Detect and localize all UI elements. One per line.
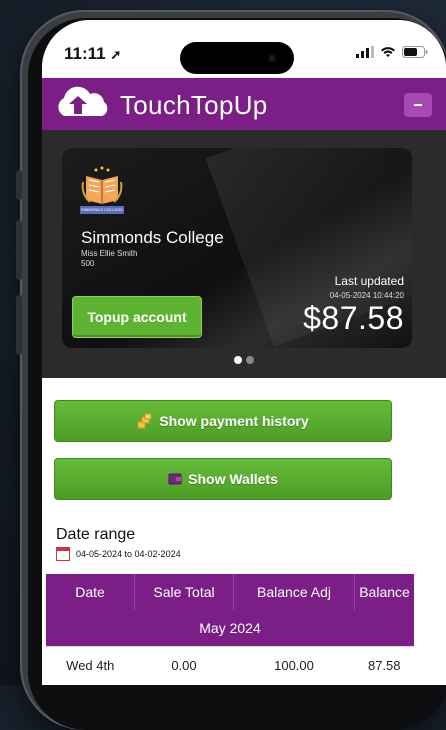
- menu-icon: [414, 104, 422, 106]
- menu-button[interactable]: [404, 93, 432, 117]
- column-header-date: Date: [46, 574, 135, 610]
- table-row[interactable]: Wed 4th 0.00 100.00 87.58: [46, 646, 414, 683]
- cloud-logo-icon: [58, 86, 108, 116]
- show-wallets-label: Show Wallets: [188, 471, 278, 487]
- row-balance: 87.58: [354, 646, 414, 683]
- show-payment-history-button[interactable]: Show payment history: [54, 400, 392, 442]
- show-wallets-button[interactable]: Show Wallets: [54, 458, 392, 500]
- month-group-row: May 2024: [46, 610, 414, 647]
- table-header-row: Date Sale Total Balance Adj Balance: [46, 574, 414, 610]
- school-name: Simmonds College: [81, 228, 224, 247]
- carousel-dot-2[interactable]: [246, 356, 254, 364]
- app-screen: 11:11 ➚ TouchTopUp SIMMONDS COLLEGE Simm…: [42, 20, 446, 685]
- account-balance: $87.58: [303, 300, 404, 336]
- status-icons: [356, 46, 428, 58]
- last-updated-label: Last updated: [334, 274, 404, 288]
- card-carousel[interactable]: SIMMONDS COLLEGE Simmonds College Miss E…: [42, 130, 446, 378]
- phone-volume-up-button: [16, 220, 22, 280]
- topup-account-button[interactable]: Topup account: [72, 296, 202, 338]
- phone-action-button: [16, 170, 22, 200]
- column-header-sale-total: Sale Total: [134, 574, 234, 610]
- battery-icon: [402, 46, 428, 58]
- dynamic-island: [180, 42, 294, 74]
- show-payment-history-label: Show payment history: [159, 413, 309, 429]
- status-time: 11:11 ➚: [64, 44, 122, 63]
- school-crest-icon: [81, 166, 123, 204]
- main-content: Show payment history Show Wallets Date r…: [42, 378, 446, 685]
- student-code: 500: [81, 259, 95, 268]
- location-arrow-icon: ➚: [110, 47, 122, 62]
- column-header-balance-adj: Balance Adj: [233, 574, 355, 610]
- calendar-icon: [56, 547, 70, 561]
- row-sale-total: 0.00: [134, 646, 234, 683]
- row-date: Wed 4th: [46, 646, 135, 683]
- status-bar: 11:11 ➚: [42, 20, 446, 78]
- date-range-title: Date range: [56, 526, 136, 543]
- school-crest-ribbon: SIMMONDS COLLEGE: [80, 206, 124, 214]
- wallet-icon: [168, 473, 182, 485]
- coins-icon: [137, 413, 152, 429]
- app-title: TouchTopUp: [120, 90, 268, 120]
- account-card: SIMMONDS COLLEGE Simmonds College Miss E…: [62, 148, 412, 348]
- student-name: Miss Ellie Smith: [81, 249, 138, 258]
- phone-volume-down-button: [16, 295, 22, 355]
- column-header-balance: Balance: [354, 574, 414, 610]
- date-range-picker[interactable]: 04-05-2024 to 04-02-2024: [56, 547, 181, 561]
- last-updated-time: 04-05-2024 10:44:20: [329, 291, 404, 300]
- transactions-table: Date Sale Total Balance Adj Balance May …: [46, 574, 414, 683]
- wifi-icon: [381, 47, 395, 57]
- date-range-value: 04-05-2024 to 04-02-2024: [76, 549, 181, 559]
- front-camera-icon: [268, 54, 276, 62]
- month-label: May 2024: [46, 610, 414, 647]
- app-header: TouchTopUp: [42, 78, 446, 130]
- carousel-indicators: [42, 356, 446, 364]
- signal-icon: [356, 46, 374, 58]
- row-balance-adj: 100.00: [233, 646, 355, 683]
- carousel-dot-1[interactable]: [234, 356, 242, 364]
